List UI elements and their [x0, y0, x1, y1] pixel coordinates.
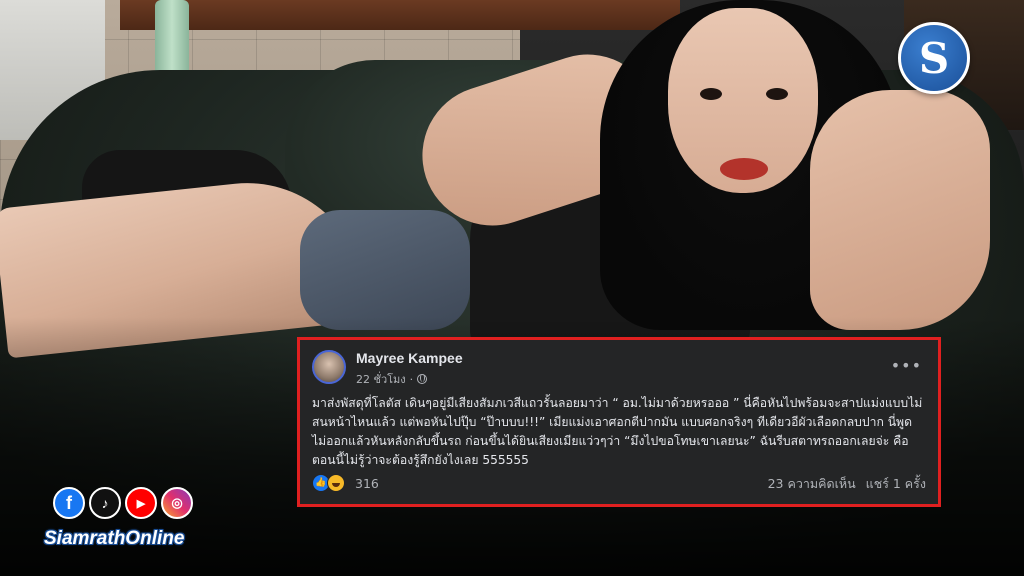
site-name: SiamrathOnline [44, 528, 185, 549]
post-meta: 22 ชั่วโมง · [356, 370, 428, 388]
shares-count[interactable]: แชร์ 1 ครั้ง [866, 474, 926, 494]
reactions-summary[interactable]: 👍 316 [312, 474, 379, 492]
author-name[interactable]: Mayree Kampee [356, 350, 463, 366]
post-stats: 23 ความคิดเห็น แชร์ 1 ครั้ง [768, 474, 926, 494]
reaction-count: 316 [355, 475, 379, 491]
facebook-icon[interactable]: f [53, 487, 85, 519]
instagram-icon[interactable]: ◎ [161, 487, 193, 519]
post-timestamp[interactable]: 22 ชั่วโมง [356, 370, 406, 388]
haha-reaction-icon [327, 474, 345, 492]
youtube-icon[interactable]: ▶ [125, 487, 157, 519]
post-header: Mayree Kampee 22 ชั่วโมง · ••• [312, 350, 926, 390]
screenshot-stage: S Mayree Kampee 22 ชั่วโมง · ••• มาส่งพั… [0, 0, 1024, 576]
more-icon[interactable]: ••• [891, 356, 922, 375]
comments-count[interactable]: 23 ความคิดเห็น [768, 474, 856, 494]
siamrath-logo: S [898, 22, 970, 94]
post-text: มาส่งพัสดุที่โลตัส เดินๆอยู่มีเสียงสัมภเ… [312, 396, 923, 467]
post-footer: 👍 316 23 ความคิดเห็น แชร์ 1 ครั้ง [312, 472, 926, 494]
social-links: f ♪ ▶ ◎ [53, 487, 193, 519]
tiktok-icon[interactable]: ♪ [89, 487, 121, 519]
avatar[interactable] [312, 350, 346, 384]
facebook-post-card: Mayree Kampee 22 ชั่วโมง · ••• มาส่งพัสด… [297, 337, 941, 507]
globe-icon [417, 374, 428, 384]
